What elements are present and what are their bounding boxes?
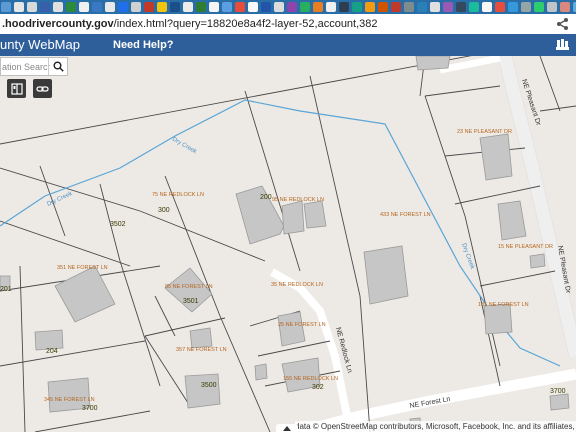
- browser-tab-favicon[interactable]: [430, 2, 440, 12]
- url-text[interactable]: .hoodrivercounty.gov/index.html?query=18…: [0, 18, 378, 30]
- address-label: 75 NE REDLOCK LN: [152, 192, 204, 198]
- browser-tab-favicon[interactable]: [131, 2, 141, 12]
- browser-tab-favicon[interactable]: [235, 2, 245, 12]
- address-label: 155 NE REDLOCK LN: [283, 376, 338, 382]
- parcel-number: 300: [158, 207, 170, 214]
- parcel-number: 3500: [201, 382, 217, 389]
- browser-tab-favicon[interactable]: [326, 2, 336, 12]
- browser-tab-favicon[interactable]: [248, 2, 258, 12]
- browser-tab-favicon[interactable]: [443, 2, 453, 12]
- parcel-number: 302: [312, 384, 324, 391]
- browser-tab-favicon[interactable]: [92, 2, 102, 12]
- browser-tab-favicon[interactable]: [287, 2, 297, 12]
- browser-tab-favicon[interactable]: [183, 2, 193, 12]
- browser-tab-favicon[interactable]: [14, 2, 24, 12]
- browser-tab-strip: [0, 0, 576, 14]
- address-label: 85 NE FOREST LN: [165, 284, 213, 290]
- browser-tab-favicon[interactable]: [40, 2, 50, 12]
- browser-tab-favicon[interactable]: [378, 2, 388, 12]
- address-bar[interactable]: .hoodrivercounty.gov/index.html?query=18…: [0, 14, 576, 35]
- parcel-number: 204: [46, 348, 58, 355]
- map-view[interactable]: Dry Creek Dry Creek Dry Creek NE Pleasan…: [0, 56, 576, 432]
- browser-tab-favicon[interactable]: [482, 2, 492, 12]
- browser-tab-favicon[interactable]: [66, 2, 76, 12]
- location-search-input[interactable]: [1, 58, 50, 75]
- parcel-number: 3501: [183, 298, 199, 305]
- water-label: Dry Creek: [460, 243, 475, 271]
- water-label: Dry Creek: [46, 191, 74, 208]
- caret-up-icon: [283, 425, 291, 431]
- address-label: 25 NE FOREST LN: [278, 322, 326, 328]
- link-icon: [36, 85, 49, 92]
- address-label: 351 NE FOREST LN: [57, 265, 108, 271]
- address-label: 35 NE REDLOCK LN: [271, 282, 323, 288]
- split-view-icon: [10, 82, 23, 95]
- address-label: 95 NE REDLOCK LN: [272, 197, 324, 203]
- browser-tab-favicon[interactable]: [352, 2, 362, 12]
- browser-tab-favicon[interactable]: [365, 2, 375, 12]
- browser-tab-favicon[interactable]: [209, 2, 219, 12]
- parcel-number: 201: [0, 286, 12, 293]
- need-help-link[interactable]: Need Help?: [113, 39, 174, 51]
- basemap-toggle-button[interactable]: [7, 79, 26, 98]
- browser-tab-favicon[interactable]: [144, 2, 154, 12]
- browser-tab-favicon[interactable]: [1, 2, 11, 12]
- browser-tab-favicon[interactable]: [261, 2, 271, 12]
- address-label: 357 NE FOREST LN: [176, 347, 227, 353]
- buildings: [0, 56, 570, 430]
- address-label: 433 NE FOREST LN: [380, 212, 431, 218]
- location-search-box: [0, 57, 68, 76]
- address-label: 15 NE PLEASANT DR: [498, 244, 553, 250]
- browser-tab-favicon[interactable]: [391, 2, 401, 12]
- browser-tab-favicon[interactable]: [300, 2, 310, 12]
- browser-tab-favicon[interactable]: [508, 2, 518, 12]
- browser-tab-favicon[interactable]: [79, 2, 89, 12]
- panel-collapse-handle[interactable]: [276, 424, 298, 432]
- browser-tab-favicon[interactable]: [560, 2, 570, 12]
- address-label: 135 NE FOREST LN: [478, 302, 529, 308]
- browser-tab-favicon[interactable]: [105, 2, 115, 12]
- address-label: 345 NE FOREST LN: [44, 397, 95, 403]
- link-tool-button[interactable]: [33, 79, 52, 98]
- browser-tab-favicon[interactable]: [339, 2, 349, 12]
- browser-tab-favicon[interactable]: [118, 2, 128, 12]
- parcel-number: 3700: [82, 405, 98, 412]
- app-title: unty WebMap: [0, 37, 80, 52]
- browser-tab-favicon[interactable]: [313, 2, 323, 12]
- browser-tab-favicon[interactable]: [495, 2, 505, 12]
- app-header: unty WebMap Need Help?: [0, 34, 576, 56]
- map-attribution: data © OpenStreetMap contributors, Micro…: [295, 421, 576, 432]
- browser-tab-favicon[interactable]: [417, 2, 427, 12]
- road-ne-redlock-ln: [270, 268, 354, 432]
- browser-tab-favicon[interactable]: [469, 2, 479, 12]
- browser-tab-favicon[interactable]: [196, 2, 206, 12]
- browser-tab-favicon[interactable]: [534, 2, 544, 12]
- browser-tab-favicon[interactable]: [53, 2, 63, 12]
- search-button[interactable]: [48, 58, 67, 75]
- browser-tab-favicon[interactable]: [27, 2, 37, 12]
- parcel-number: 200: [260, 194, 272, 201]
- parcel-number: 3502: [110, 221, 126, 228]
- browser-tab-favicon[interactable]: [456, 2, 466, 12]
- library-icon[interactable]: [555, 37, 570, 57]
- water-label: Dry Creek: [171, 137, 198, 156]
- parcel-number: 3700: [550, 388, 566, 395]
- browser-tab-favicon[interactable]: [547, 2, 557, 12]
- browser-tab-favicon[interactable]: [222, 2, 232, 12]
- browser-tab-favicon[interactable]: [274, 2, 284, 12]
- browser-tab-favicon[interactable]: [170, 2, 180, 12]
- browser-tab-favicon[interactable]: [404, 2, 414, 12]
- browser-tab-favicon[interactable]: [157, 2, 167, 12]
- search-icon: [53, 61, 64, 72]
- browser-tab-favicon[interactable]: [521, 2, 531, 12]
- address-label: 23 NE PLEASANT DR: [457, 129, 512, 135]
